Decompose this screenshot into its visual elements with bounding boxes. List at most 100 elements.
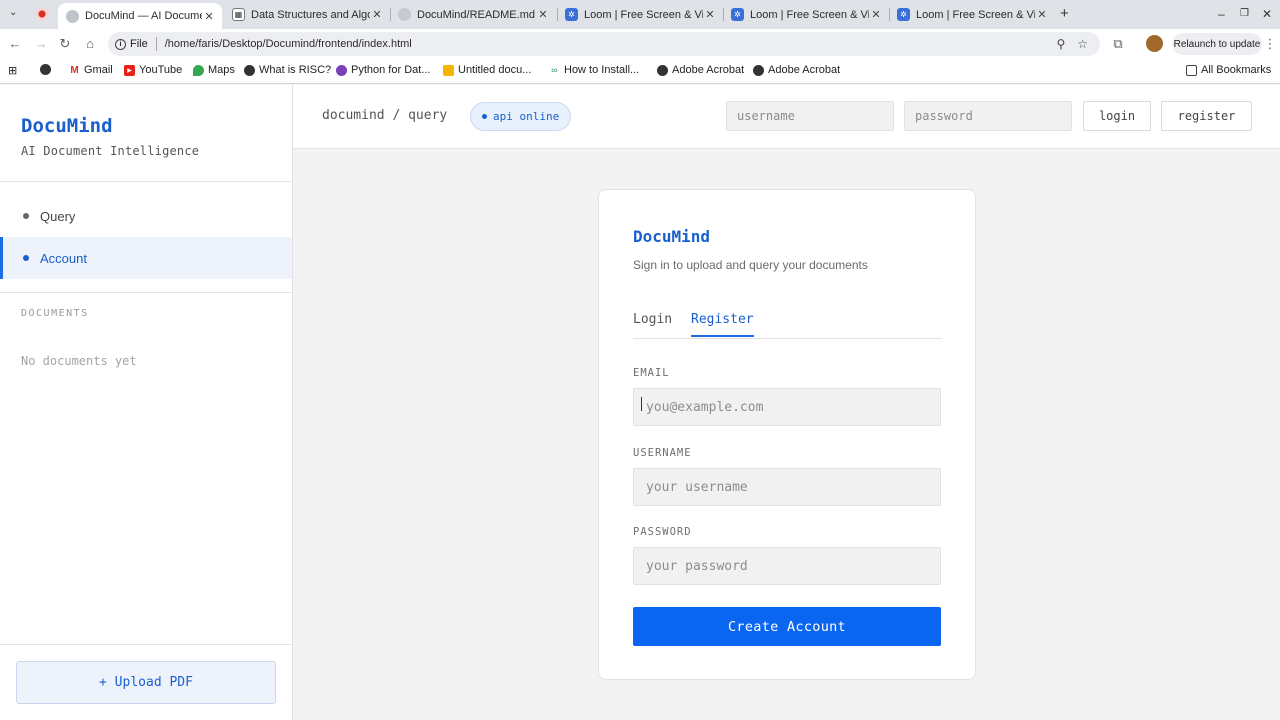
info-icon: i: [115, 38, 126, 50]
tab-title: Loom | Free Screen & Vid: [750, 8, 869, 21]
tab-title: DocuMind — AI Documen: [85, 10, 202, 22]
tab-login[interactable]: Login: [633, 312, 672, 335]
drive-icon: [443, 64, 454, 76]
chrome-icon[interactable]: [40, 64, 55, 75]
card-subtitle: Sign in to upload and query your documen…: [633, 258, 868, 272]
tab-data-structures[interactable]: ▦ Data Structures and Algo ✕: [226, 4, 390, 25]
email-label: EMAIL: [633, 367, 670, 379]
bookmark-install[interactable]: ∞ How to Install...: [549, 64, 639, 76]
zoom-icon[interactable]: ⚲: [1056, 37, 1065, 51]
bookmark-label: Maps: [208, 64, 235, 76]
chart-favicon-icon: ▦: [232, 8, 245, 21]
site-info-chip[interactable]: i File: [115, 38, 148, 50]
close-icon[interactable]: ✕: [869, 8, 883, 21]
home-icon[interactable]: ⌂: [82, 36, 98, 51]
sidebar-item-account[interactable]: Account: [0, 237, 292, 279]
loom-icon: ✲: [897, 8, 910, 21]
bookmark-acrobat-2[interactable]: Adobe Acrobat: [753, 64, 840, 76]
sidebar-item-label: Account: [40, 250, 87, 266]
tab-register[interactable]: Register: [691, 312, 754, 337]
sidebar-item-query[interactable]: Query: [0, 195, 292, 237]
bookmark-label: Adobe Acrobat: [672, 64, 745, 76]
app-topbar: documind / query api online login regist…: [293, 85, 1280, 149]
bookmark-youtube[interactable]: ▶ YouTube: [124, 64, 182, 76]
browser-toolbar: ← → ↻ ⌂ i File /home/faris/Desktop/Docum…: [0, 29, 1280, 59]
upload-pdf-button[interactable]: + Upload PDF: [16, 661, 276, 704]
sidebar: DocuMind AI Document Intelligence Query …: [0, 85, 293, 720]
globe-icon: [753, 64, 764, 76]
auth-tabs: Login Register: [633, 308, 942, 339]
bookmark-label: Adobe Acrobat: [768, 64, 841, 76]
email-field[interactable]: [633, 388, 941, 426]
auth-card: DocuMind Sign in to upload and query you…: [598, 189, 976, 680]
new-tab-button[interactable]: +: [1060, 5, 1069, 22]
browser-tab-strip: ⌄ DocuMind — AI Documen ✕ ▦ Data Structu…: [0, 0, 1280, 29]
bookmark-risc[interactable]: What is RISC?: [244, 64, 331, 76]
topbar-password-input[interactable]: [904, 101, 1072, 131]
tab-search-chevron-icon[interactable]: ⌄: [9, 7, 17, 18]
reload-icon[interactable]: ↻: [57, 36, 73, 52]
extensions-icon[interactable]: ⧉: [1110, 36, 1126, 52]
gmail-icon: M: [69, 64, 80, 76]
apps-grid-icon[interactable]: ⊞: [8, 64, 17, 77]
profile-avatar[interactable]: [1146, 35, 1163, 52]
forward-icon[interactable]: →: [33, 36, 49, 51]
login-button[interactable]: login: [1083, 101, 1151, 131]
bookmark-label: All Bookmarks: [1201, 64, 1272, 76]
url-text[interactable]: /home/faris/Desktop/Documind/frontend/in…: [165, 38, 1057, 50]
username-field[interactable]: [633, 468, 941, 506]
brand-tagline: AI Document Intelligence: [21, 144, 200, 158]
link-icon: ∞: [549, 64, 560, 76]
bookmark-python[interactable]: Python for Dat...: [336, 64, 430, 76]
bookmark-drive[interactable]: Untitled docu...: [443, 64, 531, 76]
tab-documind[interactable]: DocuMind — AI Documen ✕: [58, 3, 222, 29]
username-label: USERNAME: [633, 447, 692, 459]
bookmarks-bar: ⊞ M Gmail ▶ YouTube Maps What is RISC? Pyt…: [0, 59, 1280, 84]
tab-loom-2[interactable]: ✲ Loom | Free Screen & Vid ✕: [725, 4, 889, 25]
text-cursor-icon: [641, 397, 642, 411]
bookmark-acrobat-1[interactable]: Adobe Acrobat: [657, 64, 744, 76]
tab-readme[interactable]: DocuMind/README.md a ✕: [392, 4, 556, 25]
window-close-icon[interactable]: ✕: [1262, 7, 1272, 21]
tab-title: Data Structures and Algo: [251, 8, 370, 21]
relaunch-button[interactable]: Relaunch to update: [1172, 33, 1262, 55]
bookmark-label: How to Install...: [564, 64, 640, 76]
maps-icon: [193, 64, 204, 76]
close-icon[interactable]: ✕: [536, 8, 550, 21]
address-bar[interactable]: i File /home/faris/Desktop/Documind/fron…: [108, 32, 1100, 56]
record-icon[interactable]: [34, 6, 50, 25]
python-icon: [336, 64, 347, 76]
youtube-icon: ▶: [124, 64, 135, 76]
menu-kebab-icon[interactable]: ⋮: [1262, 36, 1278, 52]
all-bookmarks[interactable]: All Bookmarks: [1186, 64, 1271, 76]
close-icon[interactable]: ✕: [703, 8, 717, 21]
bullet-icon: [23, 213, 29, 219]
breadcrumb: documind / query: [322, 108, 448, 123]
bookmark-label: What is RISC?: [259, 64, 332, 76]
bookmark-gmail[interactable]: M Gmail: [69, 64, 113, 76]
password-label: PASSWORD: [633, 526, 692, 538]
close-icon[interactable]: ✕: [202, 10, 216, 23]
password-field[interactable]: [633, 547, 941, 585]
bookmark-label: Python for Dat...: [351, 64, 431, 76]
bookmark-label: Gmail: [84, 64, 113, 76]
close-icon[interactable]: ✕: [1035, 8, 1049, 21]
bookmark-label: YouTube: [139, 64, 183, 76]
loom-icon: ✲: [731, 8, 744, 21]
tab-loom-3[interactable]: ✲ Loom | Free Screen & Vid ✕: [891, 4, 1055, 25]
register-button[interactable]: register: [1161, 101, 1252, 131]
topbar-username-input[interactable]: [726, 101, 894, 131]
bullet-icon: [23, 255, 29, 261]
minimize-icon[interactable]: –: [1218, 7, 1225, 21]
close-icon[interactable]: ✕: [370, 8, 384, 21]
status-text: api online: [493, 110, 560, 123]
tab-title: Loom | Free Screen & Vid: [584, 8, 703, 21]
restore-icon[interactable]: ❐: [1240, 8, 1249, 19]
back-icon[interactable]: ←: [7, 36, 23, 51]
create-account-button[interactable]: Create Account: [633, 607, 941, 646]
bookmark-star-icon[interactable]: ☆: [1077, 37, 1088, 51]
globe-icon: [66, 9, 79, 23]
bookmark-maps[interactable]: Maps: [193, 64, 235, 76]
globe-icon: [657, 64, 668, 76]
tab-loom-1[interactable]: ✲ Loom | Free Screen & Vid ✕: [559, 4, 723, 25]
